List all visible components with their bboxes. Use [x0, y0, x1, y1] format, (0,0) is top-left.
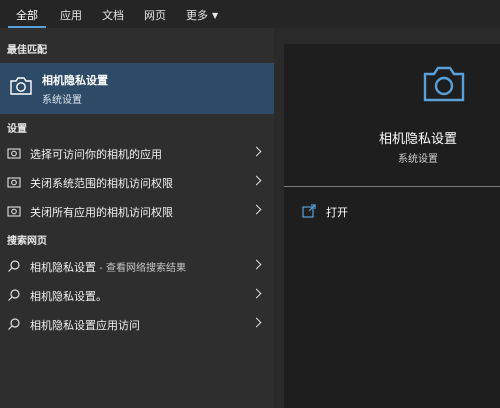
preview-title: 相机隐私设置: [378, 132, 457, 147]
best-match-result[interactable]: 相机隐私设置 系统设置: [0, 63, 274, 114]
tab-more[interactable]: 更多 ▼: [186, 7, 218, 23]
web-search-query: 相机隐私设置: [30, 261, 96, 274]
settings-item[interactable]: 关闭系统范围的相机访问权限: [0, 168, 274, 196]
chevron-right-icon[interactable]: [251, 288, 262, 299]
chevron-right-icon[interactable]: [251, 204, 262, 215]
web-search-item-label: 相机隐私设置。: [30, 290, 107, 303]
divider: [284, 186, 500, 187]
best-match-heading: 最佳匹配: [7, 45, 47, 56]
search-icon: [8, 318, 20, 330]
chevron-right-icon[interactable]: [251, 317, 262, 328]
preview-header: 相机隐私设置 系统设置: [284, 44, 500, 186]
tab-apps[interactable]: 应用: [60, 7, 82, 23]
tab-more-label: 更多: [186, 9, 208, 22]
best-match-title: 相机隐私设置: [42, 74, 108, 87]
camera-icon: [7, 148, 21, 159]
settings-item-label: 关闭所有应用的相机访问权限: [30, 206, 173, 219]
settings-heading: 设置: [7, 124, 27, 135]
settings-item-label: 关闭系统范围的相机访问权限: [30, 177, 173, 190]
settings-item[interactable]: 选择可访问你的相机的应用: [0, 139, 274, 167]
tab-all[interactable]: 全部: [16, 7, 38, 23]
web-search-heading: 搜索网页: [7, 236, 47, 247]
settings-item-label: 选择可访问你的相机的应用: [30, 148, 162, 161]
results-panel: 最佳匹配 相机隐私设置 系统设置 设置 选择可访问你的相机的应用 关闭系统范围的…: [0, 28, 274, 408]
tab-documents[interactable]: 文档: [102, 7, 124, 23]
open-icon: [302, 204, 316, 218]
tab-web[interactable]: 网页: [144, 7, 166, 23]
web-search-item-label: 相机隐私设置 - 查看网络搜索结果: [30, 259, 186, 275]
search-filter-tabs: 全部 应用 文档 网页 更多 ▼: [0, 0, 500, 28]
search-icon: [8, 289, 20, 301]
camera-icon: [423, 66, 465, 102]
open-action-label: 打开: [326, 206, 348, 219]
camera-icon: [7, 206, 21, 217]
settings-item[interactable]: 关闭所有应用的相机访问权限: [0, 197, 274, 225]
preview-panel: 相机隐私设置 系统设置 打开: [284, 44, 500, 408]
web-search-item-label: 相机隐私设置应用访问: [30, 319, 140, 332]
search-icon: [8, 260, 20, 272]
best-match-subtitle: 系统设置: [42, 95, 82, 106]
web-search-hint: - 查看网络搜索结果: [96, 263, 186, 274]
camera-icon: [10, 77, 32, 95]
preview-subtitle: 系统设置: [398, 154, 438, 165]
web-search-item[interactable]: 相机隐私设置 - 查看网络搜索结果: [0, 252, 274, 280]
camera-icon: [7, 177, 21, 188]
chevron-down-icon: ▼: [212, 11, 219, 20]
chevron-right-icon[interactable]: [251, 146, 262, 157]
web-search-item[interactable]: 相机隐私设置。: [0, 281, 274, 309]
chevron-right-icon[interactable]: [251, 259, 262, 270]
chevron-right-icon[interactable]: [251, 175, 262, 186]
web-search-item[interactable]: 相机隐私设置应用访问: [0, 310, 274, 338]
